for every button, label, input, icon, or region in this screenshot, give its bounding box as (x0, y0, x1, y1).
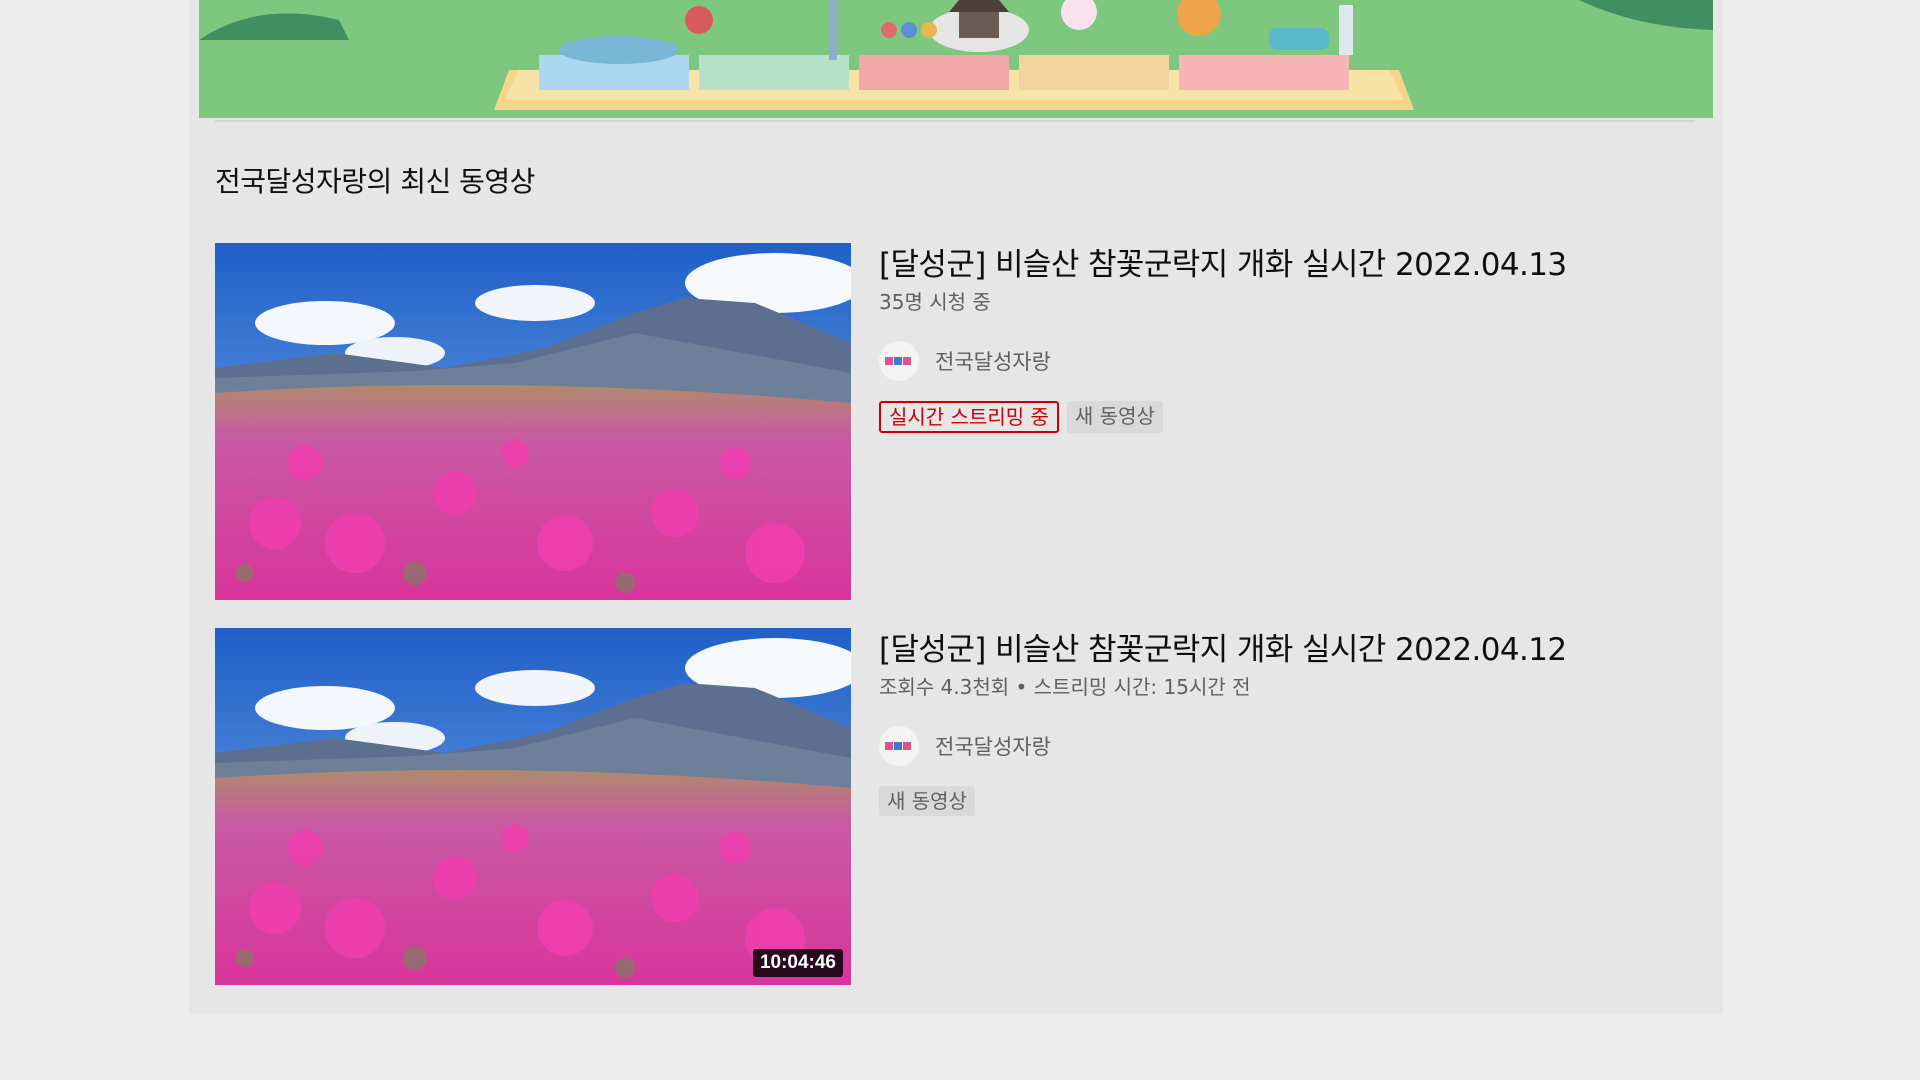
channel-banner (199, 0, 1713, 118)
video-title[interactable]: [달성군] 비슬산 참꽃군락지 개화 실시간 2022.04.12 (879, 628, 1679, 672)
badge-row: 실시간 스트리밍 중 새 동영상 (879, 401, 1679, 433)
badge-row: 새 동영상 (879, 786, 1679, 816)
video-thumbnail[interactable]: 10:04:46 (215, 628, 851, 985)
page: 전국달성자랑의 최신 동영상 [달성군] 비슬산 참꽃군락지 개화 실시간 20… (0, 0, 1920, 1080)
banner-illustration (199, 0, 1713, 118)
section-title: 전국달성자랑의 최신 동영상 (215, 165, 535, 198)
video-item[interactable]: [달성군] 비슬산 참꽃군락지 개화 실시간 2022.04.13 35명 시청… (215, 243, 1695, 601)
channel-row[interactable]: 전국달성자랑 (879, 726, 1679, 766)
channel-row[interactable]: 전국달성자랑 (879, 341, 1679, 381)
channel-name[interactable]: 전국달성자랑 (935, 731, 1051, 761)
live-badge: 실시간 스트리밍 중 (879, 401, 1059, 433)
video-info: [달성군] 비슬산 참꽃군락지 개화 실시간 2022.04.13 35명 시청… (879, 243, 1679, 433)
new-video-badge: 새 동영상 (1066, 401, 1163, 433)
video-item[interactable]: 10:04:46 [달성군] 비슬산 참꽃군락지 개화 실시간 2022.04.… (215, 628, 1695, 986)
video-thumbnail[interactable] (215, 243, 851, 600)
new-video-badge: 새 동영상 (879, 786, 975, 816)
channel-avatar[interactable] (879, 726, 919, 766)
banner-divider (215, 120, 1695, 122)
channel-logo-icon (885, 742, 911, 750)
video-meta: 조회수 4.3천회 • 스트리밍 시간: 15시간 전 (879, 675, 1251, 699)
video-info: [달성군] 비슬산 참꽃군락지 개화 실시간 2022.04.12 조회수 4.… (879, 628, 1679, 816)
channel-avatar[interactable] (879, 341, 919, 381)
video-duration: 10:04:46 (752, 949, 843, 977)
thumbnail-image (215, 628, 851, 985)
video-meta: 35명 시청 중 (879, 290, 991, 314)
channel-name[interactable]: 전국달성자랑 (935, 346, 1051, 376)
thumbnail-image (215, 243, 851, 600)
video-title[interactable]: [달성군] 비슬산 참꽃군락지 개화 실시간 2022.04.13 (879, 243, 1679, 287)
channel-logo-icon (885, 357, 911, 365)
